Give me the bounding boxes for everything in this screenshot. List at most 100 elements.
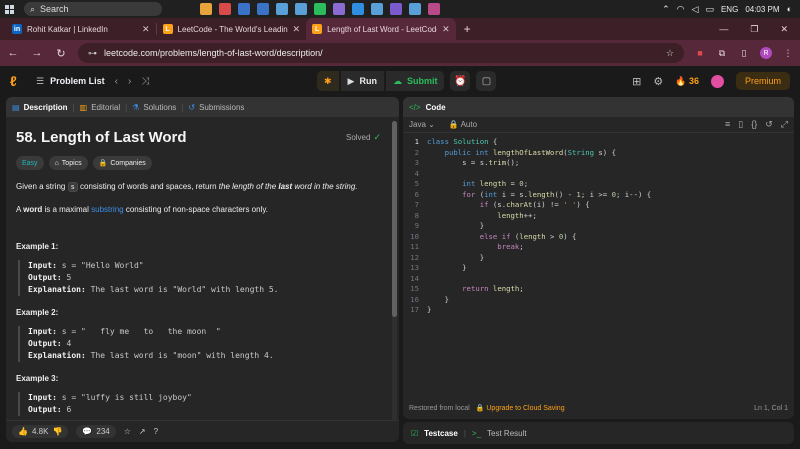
- description-scroll-thumb[interactable]: [392, 121, 397, 317]
- code-line[interactable]: 9 }: [403, 221, 794, 232]
- chrome-app-icon[interactable]: [200, 3, 212, 15]
- streak-counter[interactable]: 🔥 36: [675, 76, 699, 87]
- clock[interactable]: 04:03 PM: [745, 5, 779, 14]
- timer-button[interactable]: ⏰: [450, 71, 471, 91]
- code-line[interactable]: 6 for (int i = s.length() - 1; i >= 0; i…: [403, 190, 794, 201]
- code-line[interactable]: 13 }: [403, 263, 794, 274]
- forward-icon[interactable]: →: [30, 47, 44, 59]
- new-tab-icon[interactable]: +: [464, 22, 471, 36]
- vscode-app-icon[interactable]: [352, 3, 364, 15]
- code-editor[interactable]: 1 class Solution {2 public int lengthOfLa…: [403, 137, 794, 397]
- browser-tab-linkedin[interactable]: in Rohit Katkar | LinkedIn ✕: [6, 18, 156, 40]
- app-8-icon[interactable]: [333, 3, 345, 15]
- run-button[interactable]: ▶ Run: [340, 71, 384, 91]
- format-icon[interactable]: ≡: [725, 119, 730, 130]
- close-window-icon[interactable]: ✕: [780, 24, 788, 35]
- submit-button[interactable]: ☁ Submit: [385, 71, 445, 91]
- sidepanel-icon[interactable]: ▯: [738, 47, 750, 59]
- app-5-icon[interactable]: [276, 3, 288, 15]
- settings-gear-icon[interactable]: ⚙: [653, 75, 663, 88]
- leetcode-logo-icon[interactable]: ℓ: [10, 73, 24, 89]
- browser-tab-length-of-last-word[interactable]: L Length of Last Word - LeetCode ✕: [306, 18, 456, 40]
- code-line[interactable]: 16 }: [403, 295, 794, 306]
- wifi-icon[interactable]: ◠: [677, 4, 685, 15]
- like-button[interactable]: 👍 4.8K 👎: [12, 425, 69, 438]
- code-line[interactable]: 3 s = s.trim();: [403, 158, 794, 169]
- fullscreen-icon[interactable]: ⤢: [781, 119, 788, 130]
- code-line[interactable]: 14: [403, 274, 794, 285]
- reload-icon[interactable]: ↻: [54, 47, 68, 60]
- puzzle-icon[interactable]: ⧉: [716, 47, 728, 59]
- problem-title[interactable]: 58. Length of Last Word: [16, 129, 187, 146]
- code-line[interactable]: 10 else if (length > 0) {: [403, 232, 794, 243]
- tab-submissions[interactable]: ↺ Submissions: [188, 103, 244, 112]
- app-13-icon[interactable]: [428, 3, 440, 15]
- site-info-icon[interactable]: ⊶: [88, 48, 97, 59]
- code-line[interactable]: 11 break;: [403, 242, 794, 253]
- tab-testcase[interactable]: Testcase: [424, 429, 458, 438]
- back-icon[interactable]: ←: [6, 47, 20, 59]
- chevron-right-icon[interactable]: ›: [128, 76, 131, 87]
- menu-icon[interactable]: ⋮: [782, 47, 794, 59]
- app-11-icon[interactable]: [390, 3, 402, 15]
- bookmark-star-icon[interactable]: ☆: [666, 48, 674, 59]
- tab-solutions[interactable]: ⚗ Solutions: [132, 103, 176, 112]
- braces-icon[interactable]: {}: [751, 119, 757, 130]
- app-3-icon[interactable]: [238, 3, 250, 15]
- code-line[interactable]: 12 }: [403, 253, 794, 264]
- topics-button[interactable]: ⌂ Topics: [48, 156, 88, 170]
- battery-icon[interactable]: ▭: [705, 4, 714, 15]
- extension-icon[interactable]: ■: [694, 47, 706, 59]
- code-line[interactable]: 15 return length;: [403, 284, 794, 295]
- address-bar[interactable]: ⊶ leetcode.com/problems/length-of-last-w…: [78, 43, 684, 63]
- browser-tab-leetcode-home[interactable]: L LeetCode - The World's Leading ✕: [157, 18, 307, 40]
- code-line[interactable]: 7 if (s.charAt(i) != ' ') {: [403, 200, 794, 211]
- windows-start-button[interactable]: [0, 0, 18, 18]
- notes-button[interactable]: ▢: [476, 71, 497, 91]
- app-12-icon[interactable]: [409, 3, 421, 15]
- code-line[interactable]: 4: [403, 169, 794, 180]
- chevron-up-icon[interactable]: ⌃: [662, 4, 670, 15]
- taskbar-search[interactable]: ⌕ Search: [24, 2, 162, 16]
- star-icon[interactable]: ☆: [124, 427, 131, 436]
- help-icon[interactable]: ?: [154, 427, 158, 436]
- shuffle-icon[interactable]: ⤨: [141, 76, 149, 87]
- app-4-icon[interactable]: [257, 3, 269, 15]
- close-tab-icon[interactable]: ✕: [442, 24, 450, 35]
- reset-icon[interactable]: ↺: [765, 119, 773, 130]
- chevron-left-icon[interactable]: ‹: [115, 76, 118, 87]
- substring-link[interactable]: substring: [91, 205, 123, 214]
- code-line[interactable]: 8 length++;: [403, 211, 794, 222]
- layout-grid-icon[interactable]: ⊞: [632, 75, 641, 88]
- code-line[interactable]: 2 public int lengthOfLastWord(String s) …: [403, 148, 794, 159]
- language-select[interactable]: Java ⌄: [409, 120, 435, 129]
- volume-icon[interactable]: ◁: [692, 4, 699, 15]
- auto-mode[interactable]: 🔒 Auto: [449, 120, 477, 129]
- comments-button[interactable]: 💬 234: [76, 425, 116, 438]
- code-line[interactable]: 17}: [403, 305, 794, 316]
- thumbs-down-icon[interactable]: 👎: [52, 427, 62, 436]
- notification-icon[interactable]: ◐: [787, 4, 792, 14]
- app-10-icon[interactable]: [371, 3, 383, 15]
- debug-button[interactable]: ✱: [317, 71, 339, 91]
- upgrade-cloud-saving-link[interactable]: 🔒 Upgrade to Cloud Saving: [476, 404, 565, 412]
- minimize-icon[interactable]: —: [719, 24, 728, 35]
- share-icon[interactable]: ↗: [139, 427, 146, 436]
- problem-list-button[interactable]: ☰ Problem List: [36, 76, 105, 87]
- app-2-icon[interactable]: [219, 3, 231, 15]
- profile-avatar[interactable]: R: [760, 47, 772, 59]
- premium-button[interactable]: Premium: [735, 72, 790, 90]
- tab-test-result[interactable]: Test Result: [487, 429, 527, 438]
- tab-description[interactable]: ▤ Description: [12, 103, 68, 112]
- app-7-icon[interactable]: [314, 3, 326, 15]
- close-tab-icon[interactable]: ✕: [142, 24, 150, 35]
- code-line[interactable]: 1 class Solution {: [403, 137, 794, 148]
- companies-button[interactable]: 🔒 Companies: [92, 156, 152, 170]
- language-indicator[interactable]: ENG: [721, 5, 738, 14]
- user-avatar[interactable]: [710, 74, 724, 88]
- code-line[interactable]: 5 int length = 0;: [403, 179, 794, 190]
- tab-editorial[interactable]: ▥ Editorial: [80, 103, 120, 112]
- restore-icon[interactable]: ❐: [750, 24, 758, 35]
- bookmark-icon[interactable]: ▯: [738, 119, 743, 130]
- app-6-icon[interactable]: [295, 3, 307, 15]
